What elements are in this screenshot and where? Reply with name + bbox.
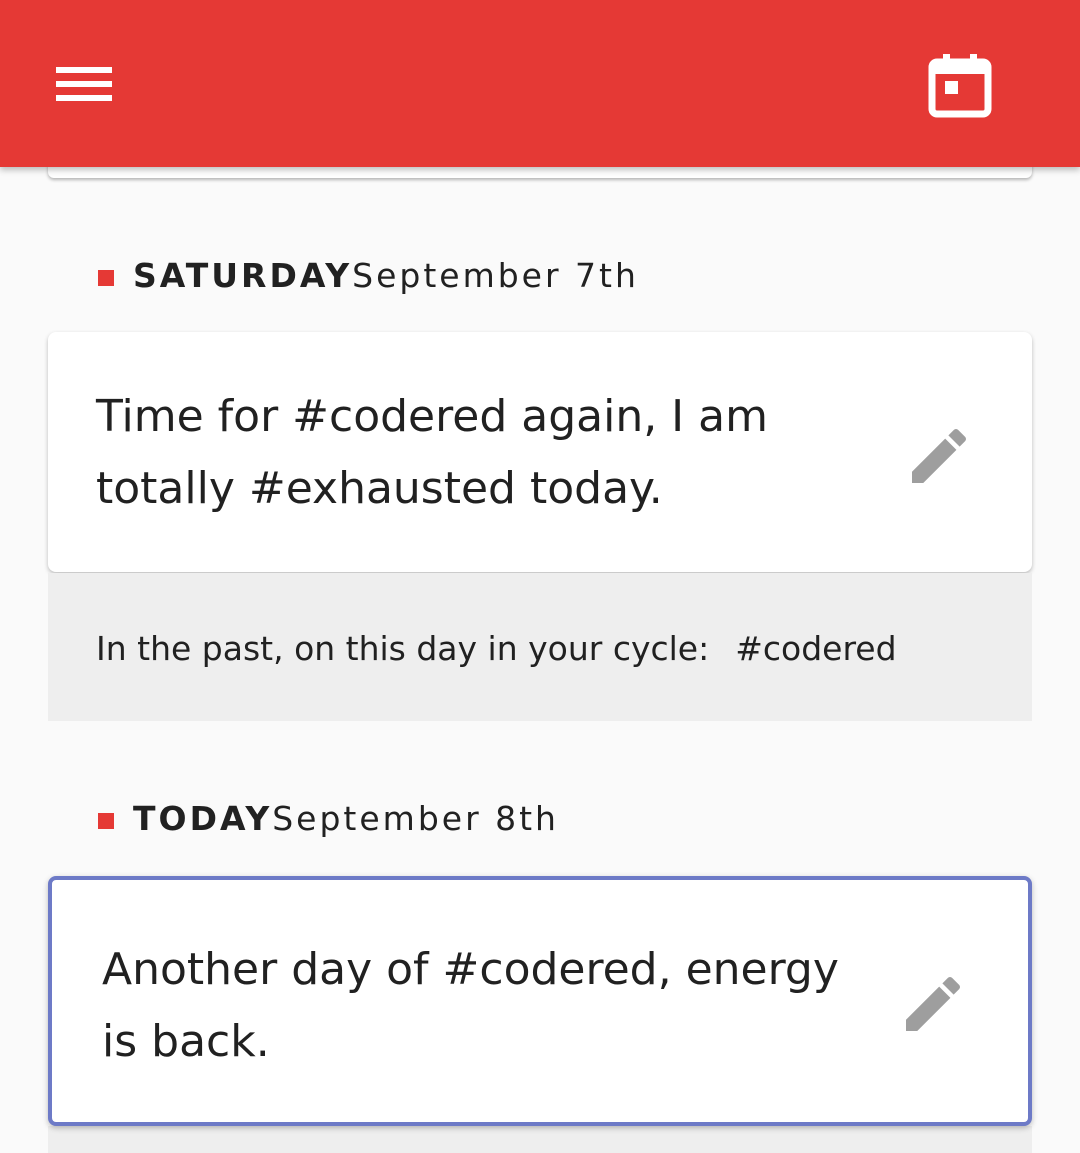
edit-entry-button[interactable]	[903, 420, 975, 492]
day-marker	[98, 270, 114, 286]
entry-text: Another day of #codered, energy is back.	[102, 934, 862, 1078]
entry-text-line-2: totally #exhausted today.	[96, 463, 663, 514]
menu-button[interactable]	[40, 48, 128, 120]
app-bar	[0, 0, 1080, 167]
today-panel-edge	[48, 1126, 1032, 1153]
entry-text-line-2: is back.	[102, 1016, 270, 1067]
day-header-saturday: SATURDAY September 7th	[98, 255, 639, 295]
entry-card-today[interactable]: Another day of #codered, energy is back.	[48, 876, 1032, 1126]
menu-icon-bar-3	[56, 95, 112, 101]
past-cycle-panel: In the past, on this day in your cycle: #…	[48, 573, 1032, 721]
past-cycle-label: In the past, on this day in your cycle:	[96, 629, 710, 668]
entry-card-saturday[interactable]: Time for #codered again, I am totally #e…	[48, 332, 1032, 572]
day-date: September 7th	[352, 255, 639, 295]
day-date: September 8th	[272, 798, 559, 838]
day-marker	[98, 813, 114, 829]
day-name: TODAY	[133, 798, 273, 838]
menu-icon-bar-2	[56, 81, 112, 87]
menu-icon-bar-1	[56, 67, 112, 73]
entry-text-line-1: Time for #codered again, I am	[96, 391, 768, 442]
past-cycle-text: In the past, on this day in your cycle: #…	[96, 629, 897, 669]
calendar-today-icon	[928, 54, 992, 118]
pencil-icon	[912, 428, 967, 483]
entry-text-line-1: Another day of #codered, energy	[102, 944, 839, 995]
edit-entry-button[interactable]	[897, 968, 969, 1040]
past-cycle-tag[interactable]: #codered	[735, 629, 896, 668]
calendar-button[interactable]	[918, 44, 1002, 128]
day-header-today: TODAY September 8th	[98, 798, 559, 838]
day-name: SATURDAY	[133, 255, 353, 295]
entry-text: Time for #codered again, I am totally #e…	[96, 381, 796, 525]
pencil-icon	[906, 976, 961, 1031]
